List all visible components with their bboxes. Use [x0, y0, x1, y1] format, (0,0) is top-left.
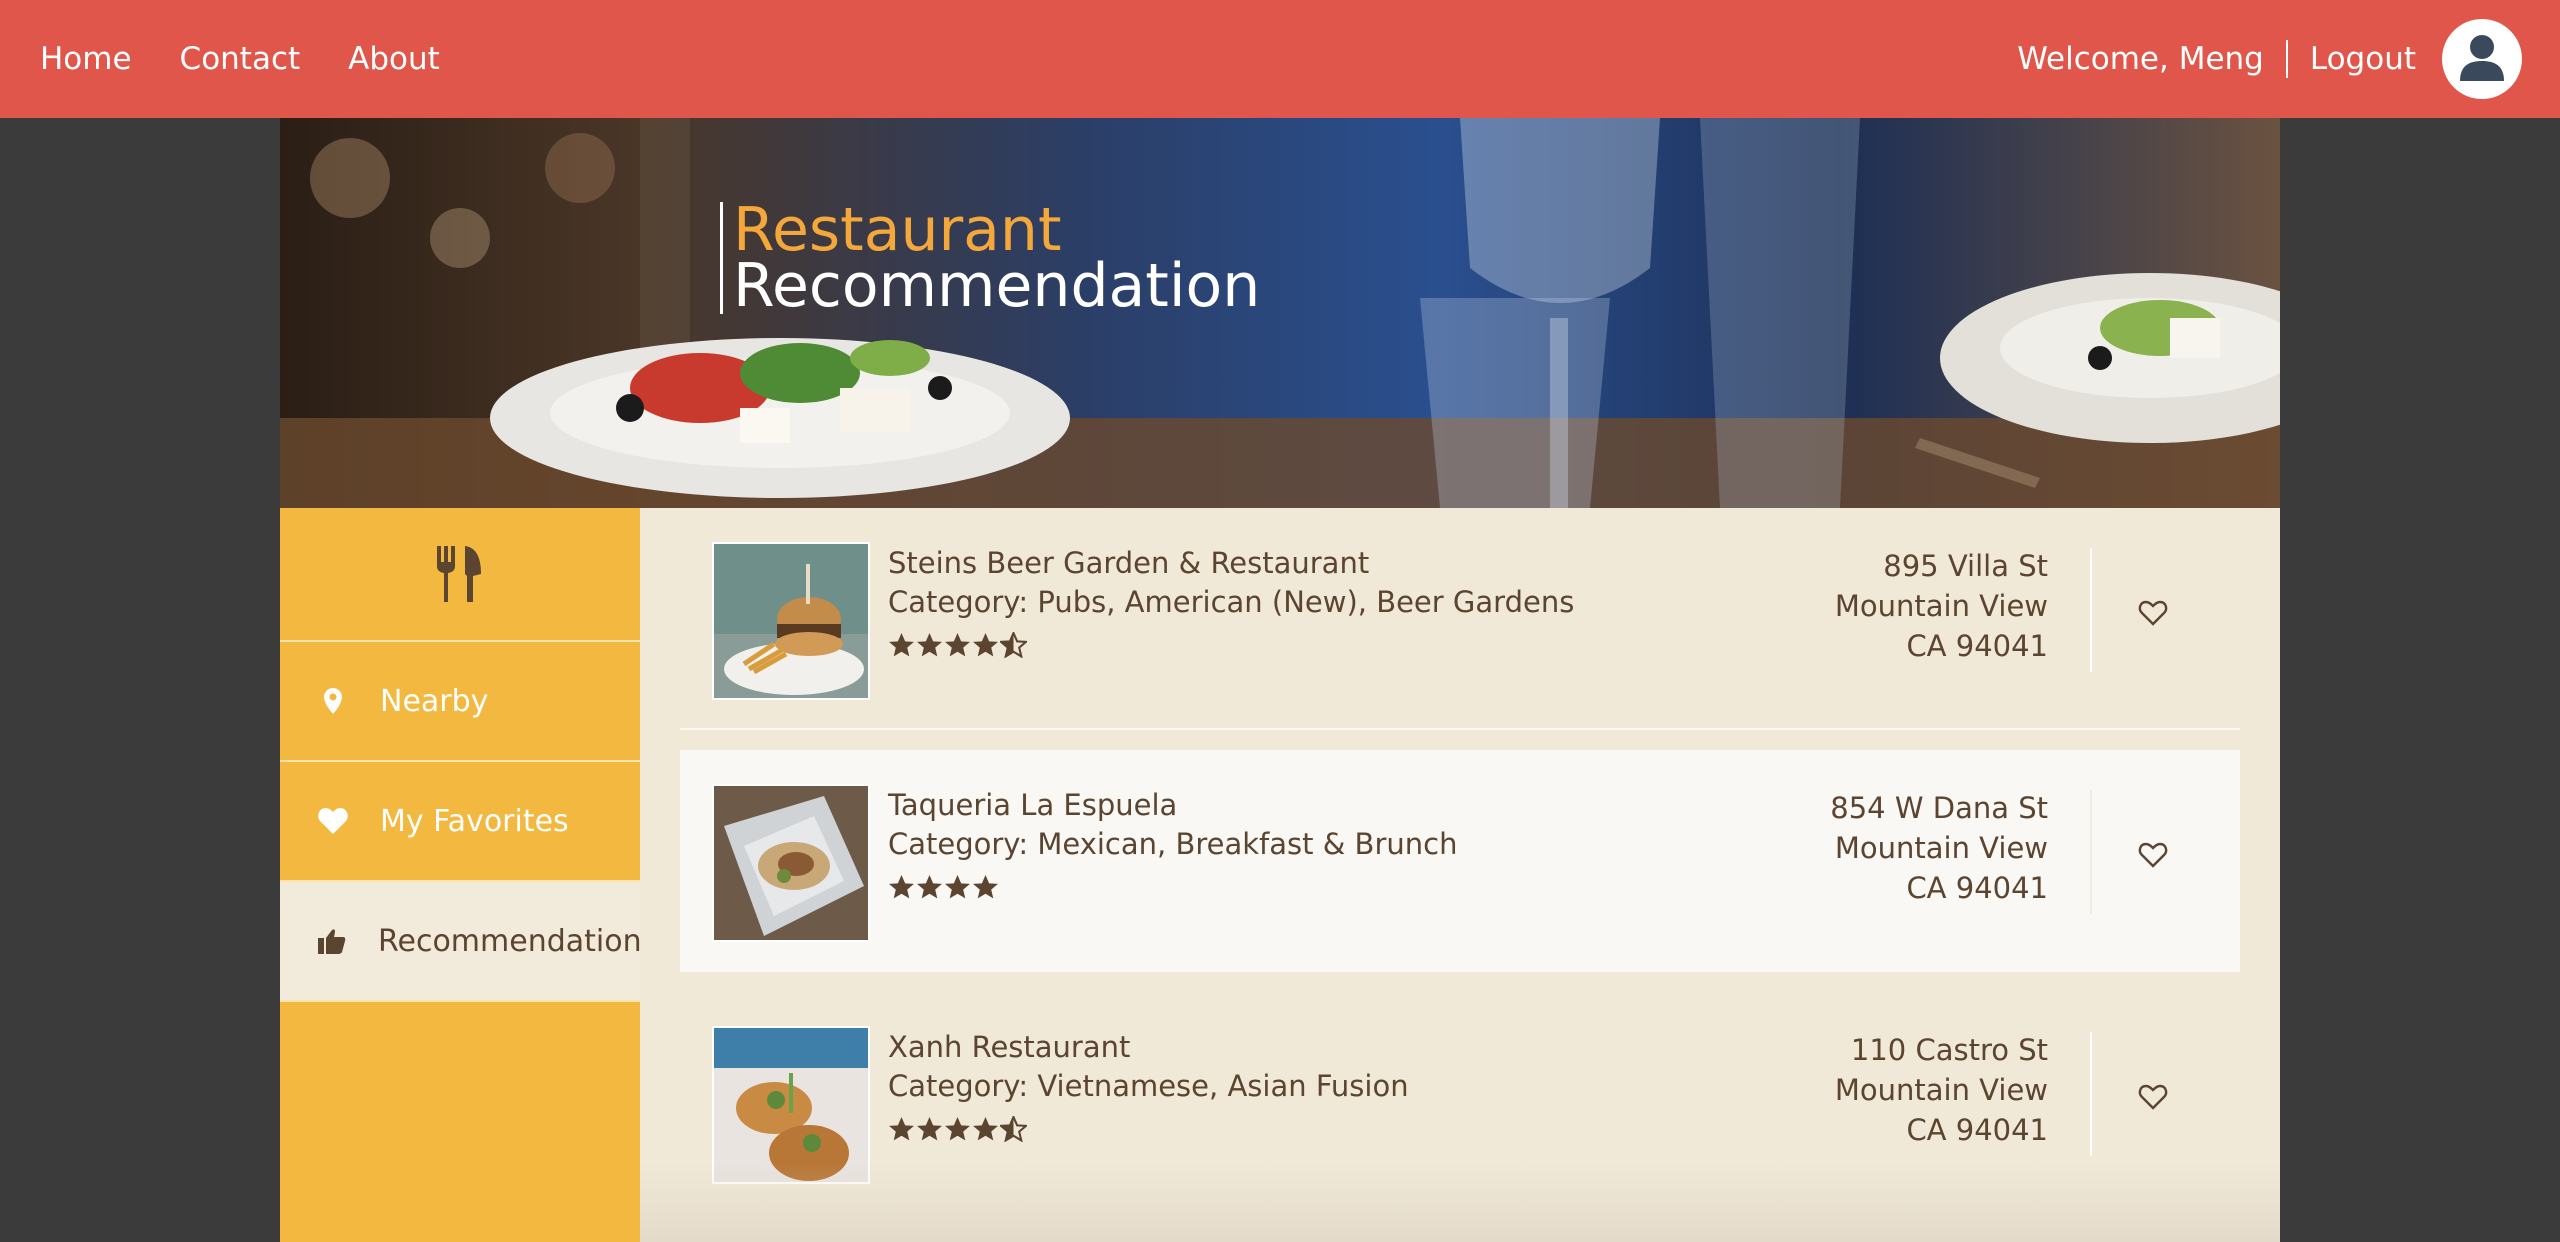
restaurant-name[interactable]: Steins Beer Garden & Restaurant	[888, 546, 1369, 580]
sidebar: Nearby My Favorites Recommendation	[280, 508, 642, 1242]
star-icon	[917, 633, 942, 657]
main-container: Restaurant Recommendation Nearby My Favo…	[280, 118, 2280, 1242]
hero-title-line1: Restaurant	[733, 195, 1062, 265]
restaurant-category: Category: Vietnamese, Asian Fusion	[888, 1069, 1409, 1103]
restaurant-name[interactable]: Taqueria La Espuela	[888, 788, 1177, 822]
star-rating	[888, 632, 1027, 658]
sidebar-item-label: My Favorites	[380, 803, 569, 839]
restaurant-address: 110 Castro St Mountain View CA 94041	[1835, 1030, 2048, 1150]
welcome-text: Welcome, Meng	[2017, 41, 2264, 77]
favorite-button[interactable]	[2136, 1080, 2170, 1114]
restaurant-address: 895 Villa St Mountain View CA 94041	[1835, 546, 2048, 666]
star-rating	[888, 1116, 1027, 1142]
address-line: Mountain View	[1834, 589, 2048, 623]
fork-knife-icon	[437, 546, 481, 602]
sidebar-item-recommendation[interactable]: Recommendation	[280, 882, 642, 1002]
item-divider	[2090, 790, 2092, 914]
half-star-icon	[1000, 632, 1027, 658]
user-icon	[2460, 35, 2504, 81]
item-divider	[2090, 1032, 2092, 1156]
sidebar-header	[280, 508, 640, 642]
star-icon	[973, 633, 998, 657]
restaurant-name[interactable]: Xanh Restaurant	[888, 1030, 1130, 1064]
star-icon	[889, 633, 914, 657]
address-line: 110 Castro St	[1850, 1033, 2048, 1067]
star-icon	[889, 1117, 914, 1141]
nav-divider	[2285, 40, 2288, 78]
list-item[interactable]: Xanh Restaurant Category: Vietnamese, As…	[680, 992, 2240, 1214]
thumbs-up-icon	[318, 929, 346, 954]
hero-banner: Restaurant Recommendation	[280, 118, 2280, 508]
address-line: 895 Villa St	[1883, 549, 2048, 583]
star-icon	[917, 875, 942, 899]
address-line: CA 94041	[1906, 629, 2048, 663]
star-icon	[973, 1117, 998, 1141]
star-icon	[917, 1117, 942, 1141]
heart-outline-icon	[2138, 842, 2168, 868]
favorite-button[interactable]	[2136, 596, 2170, 630]
address-line: 854 W Dana St	[1830, 791, 2048, 825]
item-divider	[2090, 548, 2092, 672]
list-item[interactable]: Taqueria La Espuela Category: Mexican, B…	[680, 750, 2240, 972]
heart-outline-icon	[2138, 1084, 2168, 1110]
hero-title-line2: Recommendation	[733, 251, 1261, 321]
address-line: CA 94041	[1906, 871, 2048, 905]
restaurant-list: Steins Beer Garden & Restaurant Category…	[640, 508, 2280, 1242]
star-icon	[945, 875, 970, 899]
star-icon	[973, 875, 998, 899]
star-rating	[888, 874, 999, 900]
restaurant-address: 854 W Dana St Mountain View CA 94041	[1830, 788, 2048, 908]
star-icon	[945, 1117, 970, 1141]
address-line: CA 94041	[1906, 1113, 2048, 1147]
restaurant-thumbnail[interactable]	[712, 542, 870, 700]
restaurant-thumbnail[interactable]	[712, 784, 870, 942]
address-line: Mountain View	[1834, 831, 2048, 865]
heart-outline-icon	[2138, 600, 2168, 626]
sidebar-item-favorites[interactable]: My Favorites	[280, 762, 640, 882]
star-icon	[945, 633, 970, 657]
map-pin-icon	[324, 688, 342, 714]
logout-link[interactable]: Logout	[2310, 41, 2416, 77]
restaurant-category: Category: Pubs, American (New), Beer Gar…	[888, 585, 1575, 619]
heart-icon	[318, 808, 348, 834]
hero-background-image	[280, 118, 2280, 508]
favorite-button[interactable]	[2136, 838, 2170, 872]
star-icon	[889, 875, 914, 899]
sidebar-item-nearby[interactable]: Nearby	[280, 642, 640, 762]
top-navbar: Home Contact About Welcome, Meng Logout	[0, 0, 2560, 118]
sidebar-item-label: Recommendation	[378, 923, 642, 959]
restaurant-category: Category: Mexican, Breakfast & Brunch	[888, 827, 1458, 861]
restaurant-thumbnail[interactable]	[712, 1026, 870, 1184]
address-line: Mountain View	[1834, 1073, 2048, 1107]
half-star-icon	[1000, 1116, 1027, 1142]
user-area: Welcome, Meng Logout	[2017, 19, 2560, 99]
avatar[interactable]	[2442, 19, 2522, 99]
sidebar-item-label: Nearby	[380, 683, 489, 719]
nav-links: Home Contact About	[0, 0, 488, 118]
nav-contact-link[interactable]: Contact	[180, 0, 301, 118]
hero-title: Restaurant Recommendation	[720, 195, 1261, 321]
nav-about-link[interactable]: About	[348, 0, 440, 118]
list-item[interactable]: Steins Beer Garden & Restaurant Category…	[680, 508, 2240, 730]
nav-home-link[interactable]: Home	[40, 0, 132, 118]
